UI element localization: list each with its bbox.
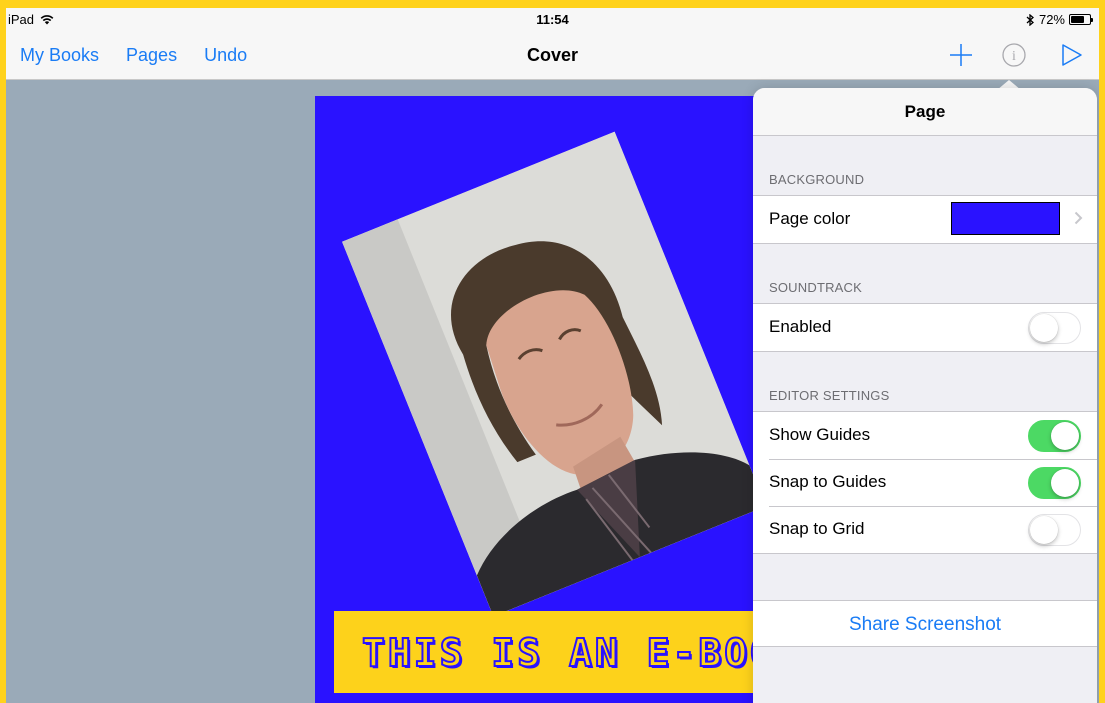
page-color-swatch[interactable] (951, 202, 1060, 235)
soundtrack-enabled-toggle[interactable] (1028, 312, 1081, 344)
toggle-knob (1051, 421, 1079, 450)
snap-to-grid-label: Snap to Grid (769, 519, 865, 538)
toggle-knob (1029, 515, 1058, 544)
share-screenshot-button[interactable]: Share Screenshot (753, 600, 1097, 647)
enabled-label: Enabled (769, 317, 832, 336)
snap-to-guides-label: Snap to Guides (769, 472, 887, 491)
ipad-screen: iPad 11:54 72% My Books Pages Undo Cover (6, 8, 1099, 703)
editor-settings-group: Show Guides Snap to Guides Snap to Grid (753, 411, 1097, 554)
section-header-background: BACKGROUND (769, 172, 865, 187)
info-icon[interactable]: i (1000, 41, 1028, 69)
book-page[interactable]: THIS IS AN E-BOOK (315, 96, 775, 703)
show-guides-toggle[interactable] (1028, 420, 1081, 452)
section-header-editor-settings: EDITOR SETTINGS (769, 388, 890, 403)
cover-photo[interactable] (342, 131, 766, 617)
banner-text: THIS IS AN E-BOOK (361, 630, 774, 676)
navigation-bar: My Books Pages Undo Cover i (6, 30, 1099, 80)
snap-to-grid-toggle[interactable] (1028, 514, 1081, 546)
title-banner[interactable]: THIS IS AN E-BOOK (334, 611, 774, 693)
soundtrack-group: Enabled (753, 303, 1097, 352)
bluetooth-icon (1026, 13, 1034, 26)
pages-button[interactable]: Pages (126, 45, 177, 66)
snap-to-grid-row: Snap to Grid (753, 506, 1097, 553)
popover-title: Page (753, 88, 1097, 136)
portrait-image (342, 131, 766, 617)
my-books-button[interactable]: My Books (20, 45, 99, 66)
soundtrack-enabled-row: Enabled (753, 304, 1097, 351)
svg-text:i: i (1012, 49, 1016, 64)
snap-to-guides-toggle[interactable] (1028, 467, 1081, 499)
battery-fill (1071, 16, 1084, 23)
status-time: 11:54 (536, 12, 569, 27)
page-settings-popover: Page BACKGROUND Page color SOUNDTRACK En… (753, 88, 1097, 703)
page-color-row[interactable]: Page color (753, 196, 1097, 243)
undo-button[interactable]: Undo (204, 45, 247, 66)
snap-to-guides-row: Snap to Guides (753, 459, 1097, 506)
toggle-knob (1029, 313, 1058, 342)
section-header-soundtrack: SOUNDTRACK (769, 280, 863, 295)
background-group: Page color (753, 195, 1097, 244)
show-guides-label: Show Guides (769, 425, 871, 444)
battery-icon (1069, 14, 1093, 25)
toggle-knob (1051, 468, 1079, 497)
battery-percent: 72% (1038, 12, 1065, 27)
page-color-label: Page color (769, 209, 851, 228)
plus-icon[interactable] (947, 41, 975, 69)
status-bar: iPad 11:54 72% (6, 8, 1099, 30)
show-guides-row: Show Guides (753, 412, 1097, 459)
chevron-right-icon (1074, 211, 1083, 225)
play-icon[interactable] (1057, 41, 1085, 69)
